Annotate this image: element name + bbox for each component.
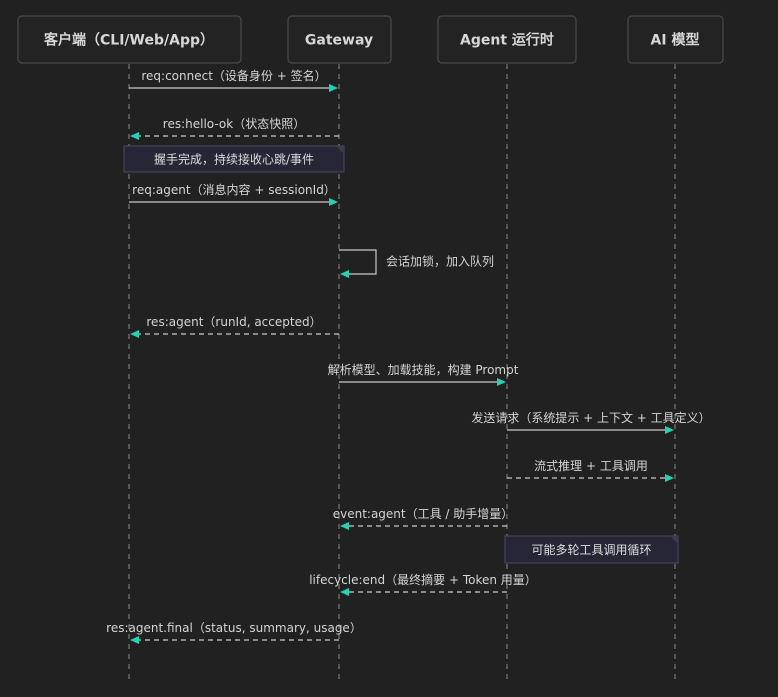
message-label-12: res:agent.final（status, summary, usage） [106,621,362,635]
participant-label-gateway: Gateway [305,33,373,49]
participant-label-model: AI 模型 [651,32,700,49]
message-label-1: res:hello-ok（状态快照） [163,117,305,131]
message-label-4: 会话加锁，加入队列 [386,254,494,269]
message-arrowhead-1 [130,132,139,140]
message-label-11: lifecycle:end（最终摘要 + Token 用量） [309,572,537,587]
note-label-10: 可能多轮工具调用循环 [531,543,651,557]
message-arrowhead-3 [329,198,338,206]
message-arrowhead-5 [130,330,139,338]
message-line-4 [339,249,377,275]
message-arrowhead-0 [329,84,338,92]
sequence-diagram: 客户端（CLI/Web/App） Gateway Agent 运行时 AI 模型 req… [17,15,724,684]
message-label-5: res:agent（runId, accepted） [146,315,321,329]
note-label-2: 握手完成，持续接收心跳/事件 [154,152,314,167]
message-label-9: event:agent（工具 / 助手增量） [333,507,514,521]
sequence-diagram-canvas: 客户端（CLI/Web/App） Gateway Agent 运行时 AI 模型 req… [0,0,778,697]
message-arrowhead-7 [665,426,674,434]
message-label-0: req:connect（设备身份 + 签名） [141,68,326,83]
message-label-6: 解析模型、加载技能，构建 Prompt [328,362,519,377]
message-label-7: 发送请求（系统提示 + 上下文 + 工具定义） [471,410,710,425]
message-arrowhead-11 [340,588,349,596]
message-arrowhead-6 [497,378,506,386]
message-arrowhead-4 [340,270,349,278]
participant-label-client: 客户端（CLI/Web/App） [43,32,214,49]
message-label-3: req:agent（消息内容 + sessionId） [132,182,336,197]
message-label-8: 流式推理 + 工具调用 [534,459,648,473]
message-arrowhead-8 [665,474,674,482]
message-arrowhead-12 [130,636,139,644]
participant-label-agent: Agent 运行时 [460,32,554,49]
message-arrowhead-9 [340,522,349,530]
